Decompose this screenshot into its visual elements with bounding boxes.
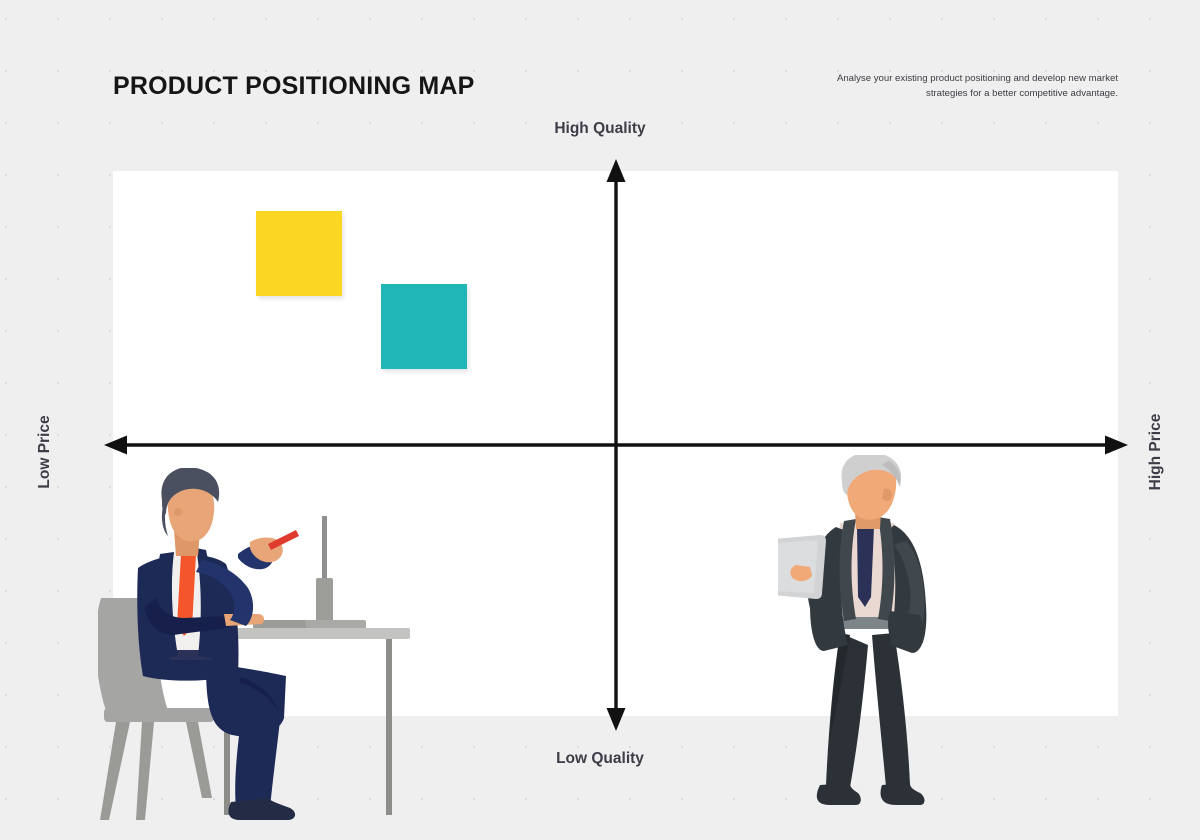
seated-businessman-illustration (98, 468, 410, 820)
sticky-note-teal[interactable] (381, 284, 467, 369)
desk-top (210, 628, 410, 639)
ear (174, 508, 182, 516)
positioning-map-canvas: PRODUCT POSITIONING MAP Analyse your exi… (0, 0, 1200, 840)
axis-arrow-up-icon (606, 159, 626, 182)
pocket (888, 611, 923, 647)
person-group (778, 455, 927, 805)
sideburn (161, 502, 168, 536)
shoe-left (816, 783, 861, 805)
axis-arrow-right-icon (1105, 435, 1128, 455)
chair-seat (104, 708, 214, 722)
shoe (228, 798, 296, 820)
chair-leg-1 (100, 722, 130, 820)
axis-arrow-down-icon (606, 708, 626, 731)
thumb-left (790, 565, 812, 582)
chair-leg-3 (186, 722, 212, 798)
leg-right (872, 633, 910, 787)
shoe-right (880, 783, 925, 805)
axis-arrow-left-icon (104, 435, 127, 455)
desk-leg-right (386, 639, 392, 815)
standing-businessman-illustration (778, 455, 927, 805)
chair-leg-2 (136, 722, 154, 820)
lower-leg (235, 720, 280, 808)
person-group (137, 468, 299, 820)
sticky-note-yellow[interactable] (256, 211, 342, 296)
